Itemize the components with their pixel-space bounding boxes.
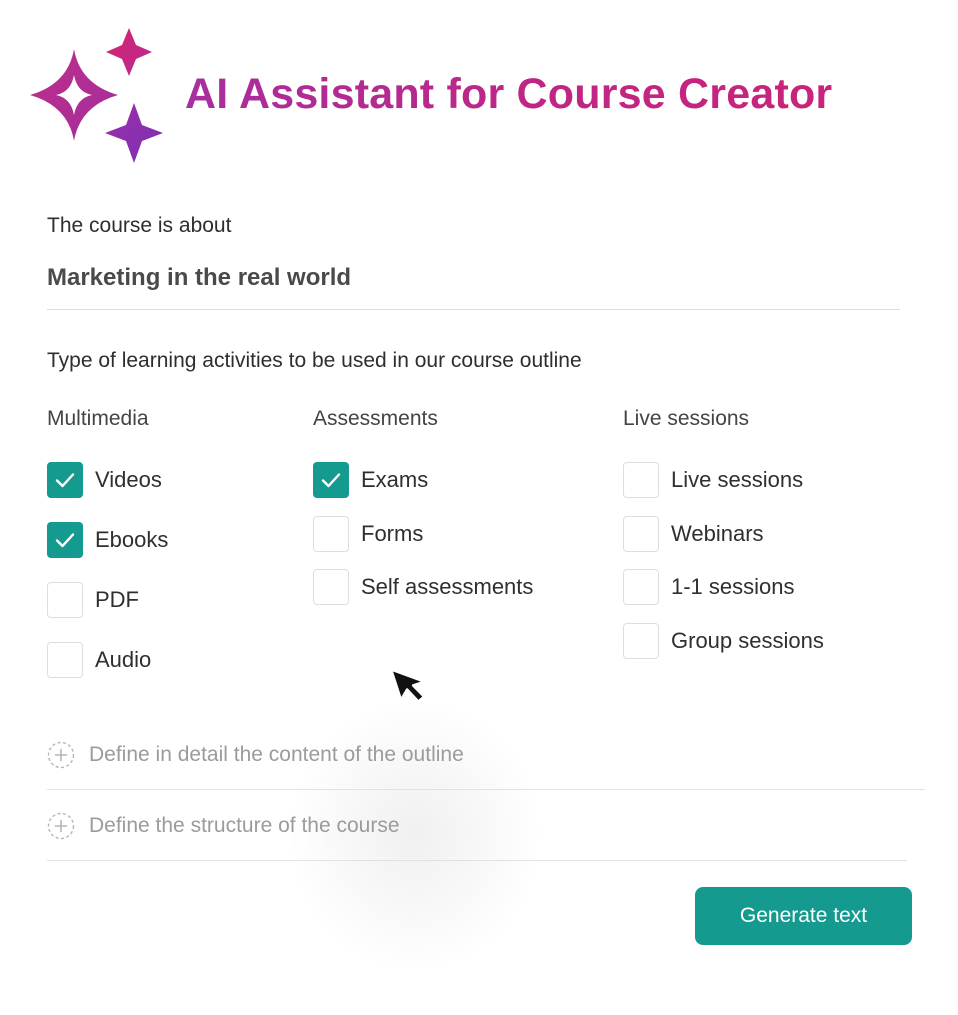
multimedia-column: Multimedia Videos Ebooks PDF Audio — [47, 407, 168, 678]
option-label: 1-1 sessions — [671, 574, 795, 599]
column-header-assessments: Assessments — [313, 407, 438, 430]
column-header-multimedia: Multimedia — [47, 407, 149, 430]
option-forms[interactable]: Forms — [313, 516, 423, 552]
self-assessments-checkbox[interactable] — [313, 569, 349, 605]
assessments-column: Assessments Exams Forms Self assessments — [313, 407, 533, 605]
exams-checkbox[interactable] — [313, 462, 349, 498]
option-live-sessions[interactable]: Live sessions — [623, 462, 803, 498]
option-label: Self assessments — [361, 574, 534, 599]
audio-checkbox[interactable] — [47, 642, 83, 678]
option-label: Ebooks — [95, 527, 169, 552]
option-videos[interactable]: Videos — [47, 462, 162, 498]
divider — [47, 860, 907, 861]
checkmark-icon — [55, 473, 75, 488]
app-header: AI Assistant for Course Creator — [28, 26, 928, 166]
live-sessions-column: Live sessions Live sessions Webinars 1-1… — [623, 407, 824, 659]
live-sessions-checkbox[interactable] — [623, 462, 659, 498]
option-1-1-sessions[interactable]: 1-1 sessions — [623, 569, 795, 605]
checkmark-icon — [321, 473, 341, 488]
option-label: PDF — [95, 587, 139, 612]
define-content-row[interactable]: Define in detail the content of the outl… — [47, 741, 464, 769]
option-label: Webinars — [671, 521, 764, 546]
ebooks-checkbox[interactable] — [47, 522, 83, 558]
generate-text-button[interactable]: Generate text — [695, 887, 912, 945]
option-pdf[interactable]: PDF — [47, 582, 139, 618]
option-self-assessments[interactable]: Self assessments — [313, 569, 533, 605]
app-title: AI Assistant for Course Creator — [185, 70, 833, 118]
define-content-label: Define in detail the content of the outl… — [89, 743, 464, 766]
forms-checkbox[interactable] — [313, 516, 349, 552]
group-sessions-checkbox[interactable] — [623, 623, 659, 659]
divider — [47, 789, 925, 790]
checkmark-icon — [55, 533, 75, 548]
option-label: Forms — [361, 521, 424, 546]
option-exams[interactable]: Exams — [313, 462, 428, 498]
topic-input[interactable]: Marketing in the real world — [47, 264, 900, 310]
videos-checkbox[interactable] — [47, 462, 83, 498]
column-header-live-sessions: Live sessions — [623, 407, 750, 430]
activities-label: Type of learning activities to be used i… — [47, 349, 582, 372]
pdf-checkbox[interactable] — [47, 582, 83, 618]
define-structure-label: Define the structure of the course — [89, 814, 400, 837]
option-label: Videos — [95, 467, 162, 492]
option-ebooks[interactable]: Ebooks — [47, 522, 168, 558]
option-label: Live sessions — [671, 467, 804, 492]
option-audio[interactable]: Audio — [47, 642, 151, 678]
define-structure-row[interactable]: Define the structure of the course — [47, 812, 400, 840]
plus-circle-icon — [47, 812, 75, 840]
option-label: Group sessions — [671, 628, 824, 653]
option-label: Audio — [95, 647, 152, 672]
option-group-sessions[interactable]: Group sessions — [623, 623, 824, 659]
plus-circle-icon — [47, 741, 75, 769]
option-label: Exams — [361, 467, 429, 492]
webinars-checkbox[interactable] — [623, 516, 659, 552]
sparkle-stars-icon — [30, 28, 163, 163]
topic-label: The course is about — [47, 214, 232, 237]
one-on-one-sessions-checkbox[interactable] — [623, 569, 659, 605]
mouse-pointer-icon — [389, 668, 426, 703]
option-webinars[interactable]: Webinars — [623, 516, 764, 552]
